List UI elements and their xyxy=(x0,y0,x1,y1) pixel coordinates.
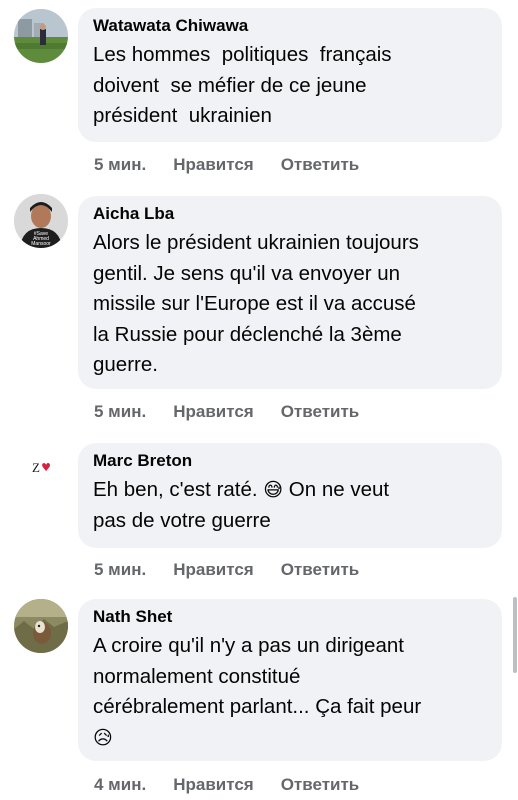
comment-author[interactable]: Nath Shet xyxy=(93,607,488,627)
sad-relieved-emoji-icon: 😥 xyxy=(93,726,113,749)
comment-actions: 5 мин. Нравится Ответить xyxy=(94,560,359,580)
heart-icon: ♥ xyxy=(41,461,51,474)
comment-author[interactable]: Marc Breton xyxy=(93,451,488,471)
reply-button[interactable]: Ответить xyxy=(281,560,360,580)
avatar[interactable] xyxy=(14,9,68,63)
profile-photo-dog-in-grass xyxy=(14,599,68,653)
sweat-smile-emoji-icon: 😅 xyxy=(263,479,284,501)
profile-photo-person-on-field xyxy=(14,9,68,63)
avatar[interactable]: Z ♥ xyxy=(14,439,68,493)
comment-time: 5 мин. xyxy=(94,402,147,421)
avatar-caption-3: Mansoor xyxy=(31,241,51,247)
comment-time: 5 мин. xyxy=(94,560,147,579)
avatar[interactable] xyxy=(14,599,68,653)
comment-bubble: Nath Shet A croire qu'il n'y a pas un di… xyxy=(78,599,502,761)
profile-logo-zv-heart: Z ♥ xyxy=(32,460,51,475)
avatar[interactable]: #Save Ahmed Mansoor xyxy=(14,194,68,248)
comment-text: A croire qu'il n'y a pas un dirigeant no… xyxy=(93,631,488,753)
comment-actions: 4 мин. Нравится Ответить xyxy=(94,775,359,795)
profile-photo-man-portrait: #Save Ahmed Mansoor xyxy=(14,194,68,248)
comment-text: Eh ben, c'est raté. 😅 On ne veut pas de … xyxy=(93,475,488,536)
comment-text: Les hommes politiques français doivent s… xyxy=(93,43,392,127)
comment-author[interactable]: Aicha Lba xyxy=(93,204,488,224)
comment-author[interactable]: Watawata Chiwawa xyxy=(93,16,488,36)
comment-text: Alors le président ukrainien toujours ge… xyxy=(93,231,419,376)
reply-button[interactable]: Ответить xyxy=(281,155,360,175)
reply-button[interactable]: Ответить xyxy=(281,402,360,422)
avatar-logo-letter: Z xyxy=(32,460,40,475)
comment-bubble: Watawata Chiwawa Les hommes politiques f… xyxy=(78,8,502,142)
comment-bubble: Marc Breton Eh ben, c'est raté. 😅 On ne … xyxy=(78,443,502,548)
comment-actions: 5 мин. Нравится Ответить xyxy=(94,155,359,175)
scrollbar[interactable] xyxy=(513,597,517,673)
comment-text-part: Eh ben, c'est raté. xyxy=(93,478,264,501)
comment-actions: 5 мин. Нравится Ответить xyxy=(94,402,359,422)
comment-time: 4 мин. xyxy=(94,775,147,794)
like-button[interactable]: Нравится xyxy=(173,155,254,175)
reply-button[interactable]: Ответить xyxy=(281,775,360,795)
like-button[interactable]: Нравится xyxy=(173,775,254,795)
like-button[interactable]: Нравится xyxy=(173,560,254,580)
comment-text-part: A croire qu'il n'y a pas un dirigeant no… xyxy=(93,634,422,718)
comment-time: 5 мин. xyxy=(94,155,147,174)
like-button[interactable]: Нравится xyxy=(173,402,254,422)
comment-bubble: Aicha Lba Alors le président ukrainien t… xyxy=(78,196,502,389)
